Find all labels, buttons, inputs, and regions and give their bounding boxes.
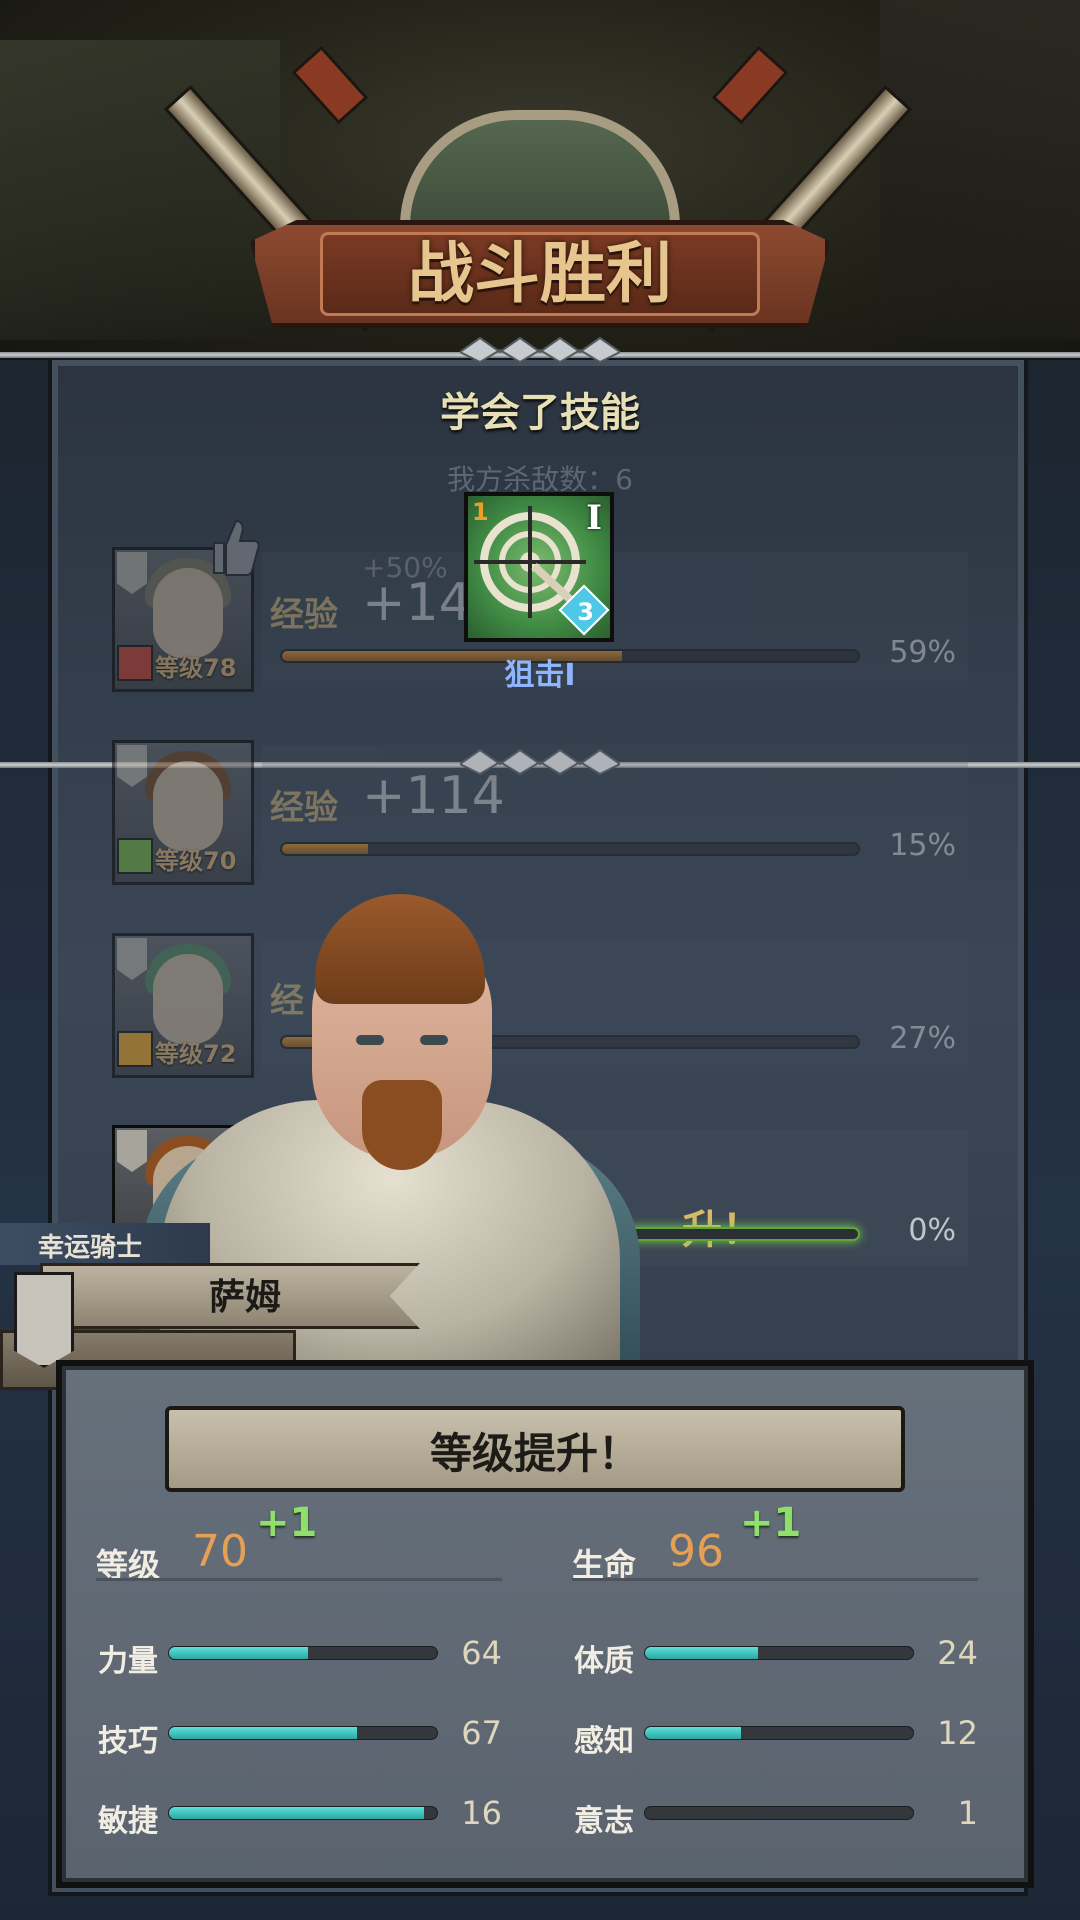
ruins-decoration-right (880, 0, 1080, 340)
character-eye (356, 1035, 384, 1045)
exp-label: 经验 (270, 788, 338, 828)
skill-rank: I (586, 498, 602, 538)
hp-value: 96 (668, 1526, 724, 1577)
hp-increase: +1 (740, 1500, 802, 1546)
attr-constitution-value: 24 (937, 1634, 978, 1672)
hero-portrait[interactable]: 等级70 (112, 740, 254, 885)
attr-perception-bar (644, 1726, 914, 1740)
class-tag: 幸运骑士 (0, 1223, 210, 1265)
class-icon (117, 838, 153, 874)
attr-will-value: 1 (957, 1794, 978, 1832)
attr-strength-fill (169, 1647, 309, 1659)
class-icon (117, 645, 153, 681)
exp-label: 经验 (270, 595, 338, 635)
flag-icon (14, 1272, 74, 1368)
level-up-title: 等级提升！ (429, 1429, 640, 1478)
skill-icon[interactable]: 1 I 3 (464, 492, 614, 642)
portrait-face (153, 761, 223, 851)
exp-progress-fill (282, 844, 369, 854)
exp-percent: 59% (889, 635, 956, 670)
sword-hilt-right-icon (711, 45, 789, 125)
level-increase: +1 (256, 1500, 318, 1546)
exp-gain: +14 (362, 573, 472, 633)
portrait-face (153, 568, 223, 658)
exp-percent: 0% (908, 1213, 956, 1248)
attr-skill-fill (169, 1727, 357, 1739)
character-eye (420, 1035, 448, 1045)
sword-hilt-left-icon (291, 45, 369, 125)
attr-skill-value: 67 (461, 1714, 502, 1752)
skill-gem-value: 3 (577, 598, 594, 626)
class-name: 幸运骑士 (38, 1233, 143, 1263)
stat-separator (572, 1578, 978, 1581)
flag-icon (117, 745, 147, 787)
attr-perception-value: 12 (937, 1714, 978, 1752)
victory-banner: 战斗胜利 (163, 20, 913, 350)
hero-level: 等级70 (155, 847, 237, 875)
skill-level-badge: 1 (472, 498, 489, 526)
attr-constitution-label: 体质 (574, 1644, 634, 1679)
character-name: 萨姆 (208, 1277, 281, 1318)
attr-strength-value: 64 (461, 1634, 502, 1672)
skill-name: 狙击I (504, 658, 576, 693)
character-hair (315, 894, 485, 1004)
attr-will-bar (644, 1806, 914, 1820)
exp-gain: +114 (362, 766, 505, 826)
attr-constitution-fill (645, 1647, 758, 1659)
attr-agility-fill (169, 1807, 424, 1819)
skill-learned-heading: 学会了技能 (440, 390, 640, 436)
level-up-text: 升！ (682, 1197, 762, 1255)
exp-percent: 27% (889, 1021, 956, 1056)
level-value: 70 (192, 1526, 248, 1577)
exp-percent: 15% (889, 828, 956, 863)
attr-perception-fill (645, 1727, 742, 1739)
attr-perception-label: 感知 (574, 1724, 634, 1759)
attr-will-label: 意志 (574, 1804, 634, 1839)
attr-agility-bar (168, 1806, 438, 1820)
attr-agility-label: 敏捷 (98, 1804, 158, 1839)
attr-agility-value: 16 (461, 1794, 502, 1832)
attr-skill-label: 技巧 (98, 1724, 158, 1759)
stat-separator (96, 1578, 502, 1581)
character-beard (362, 1080, 442, 1170)
hero-row: 等级70 经验 +114 15% (112, 740, 968, 885)
flag-icon (117, 552, 147, 594)
divider-ornament-icon (460, 336, 620, 364)
thumbs-up-icon (213, 519, 260, 576)
page-title: 战斗胜利 (408, 235, 672, 312)
attr-strength-bar (168, 1646, 438, 1660)
hero-level: 等级78 (155, 654, 237, 682)
exp-progress-bar (280, 842, 860, 856)
attr-constitution-bar (644, 1646, 914, 1660)
attr-strength-label: 力量 (98, 1644, 158, 1679)
attr-skill-bar (168, 1726, 438, 1740)
